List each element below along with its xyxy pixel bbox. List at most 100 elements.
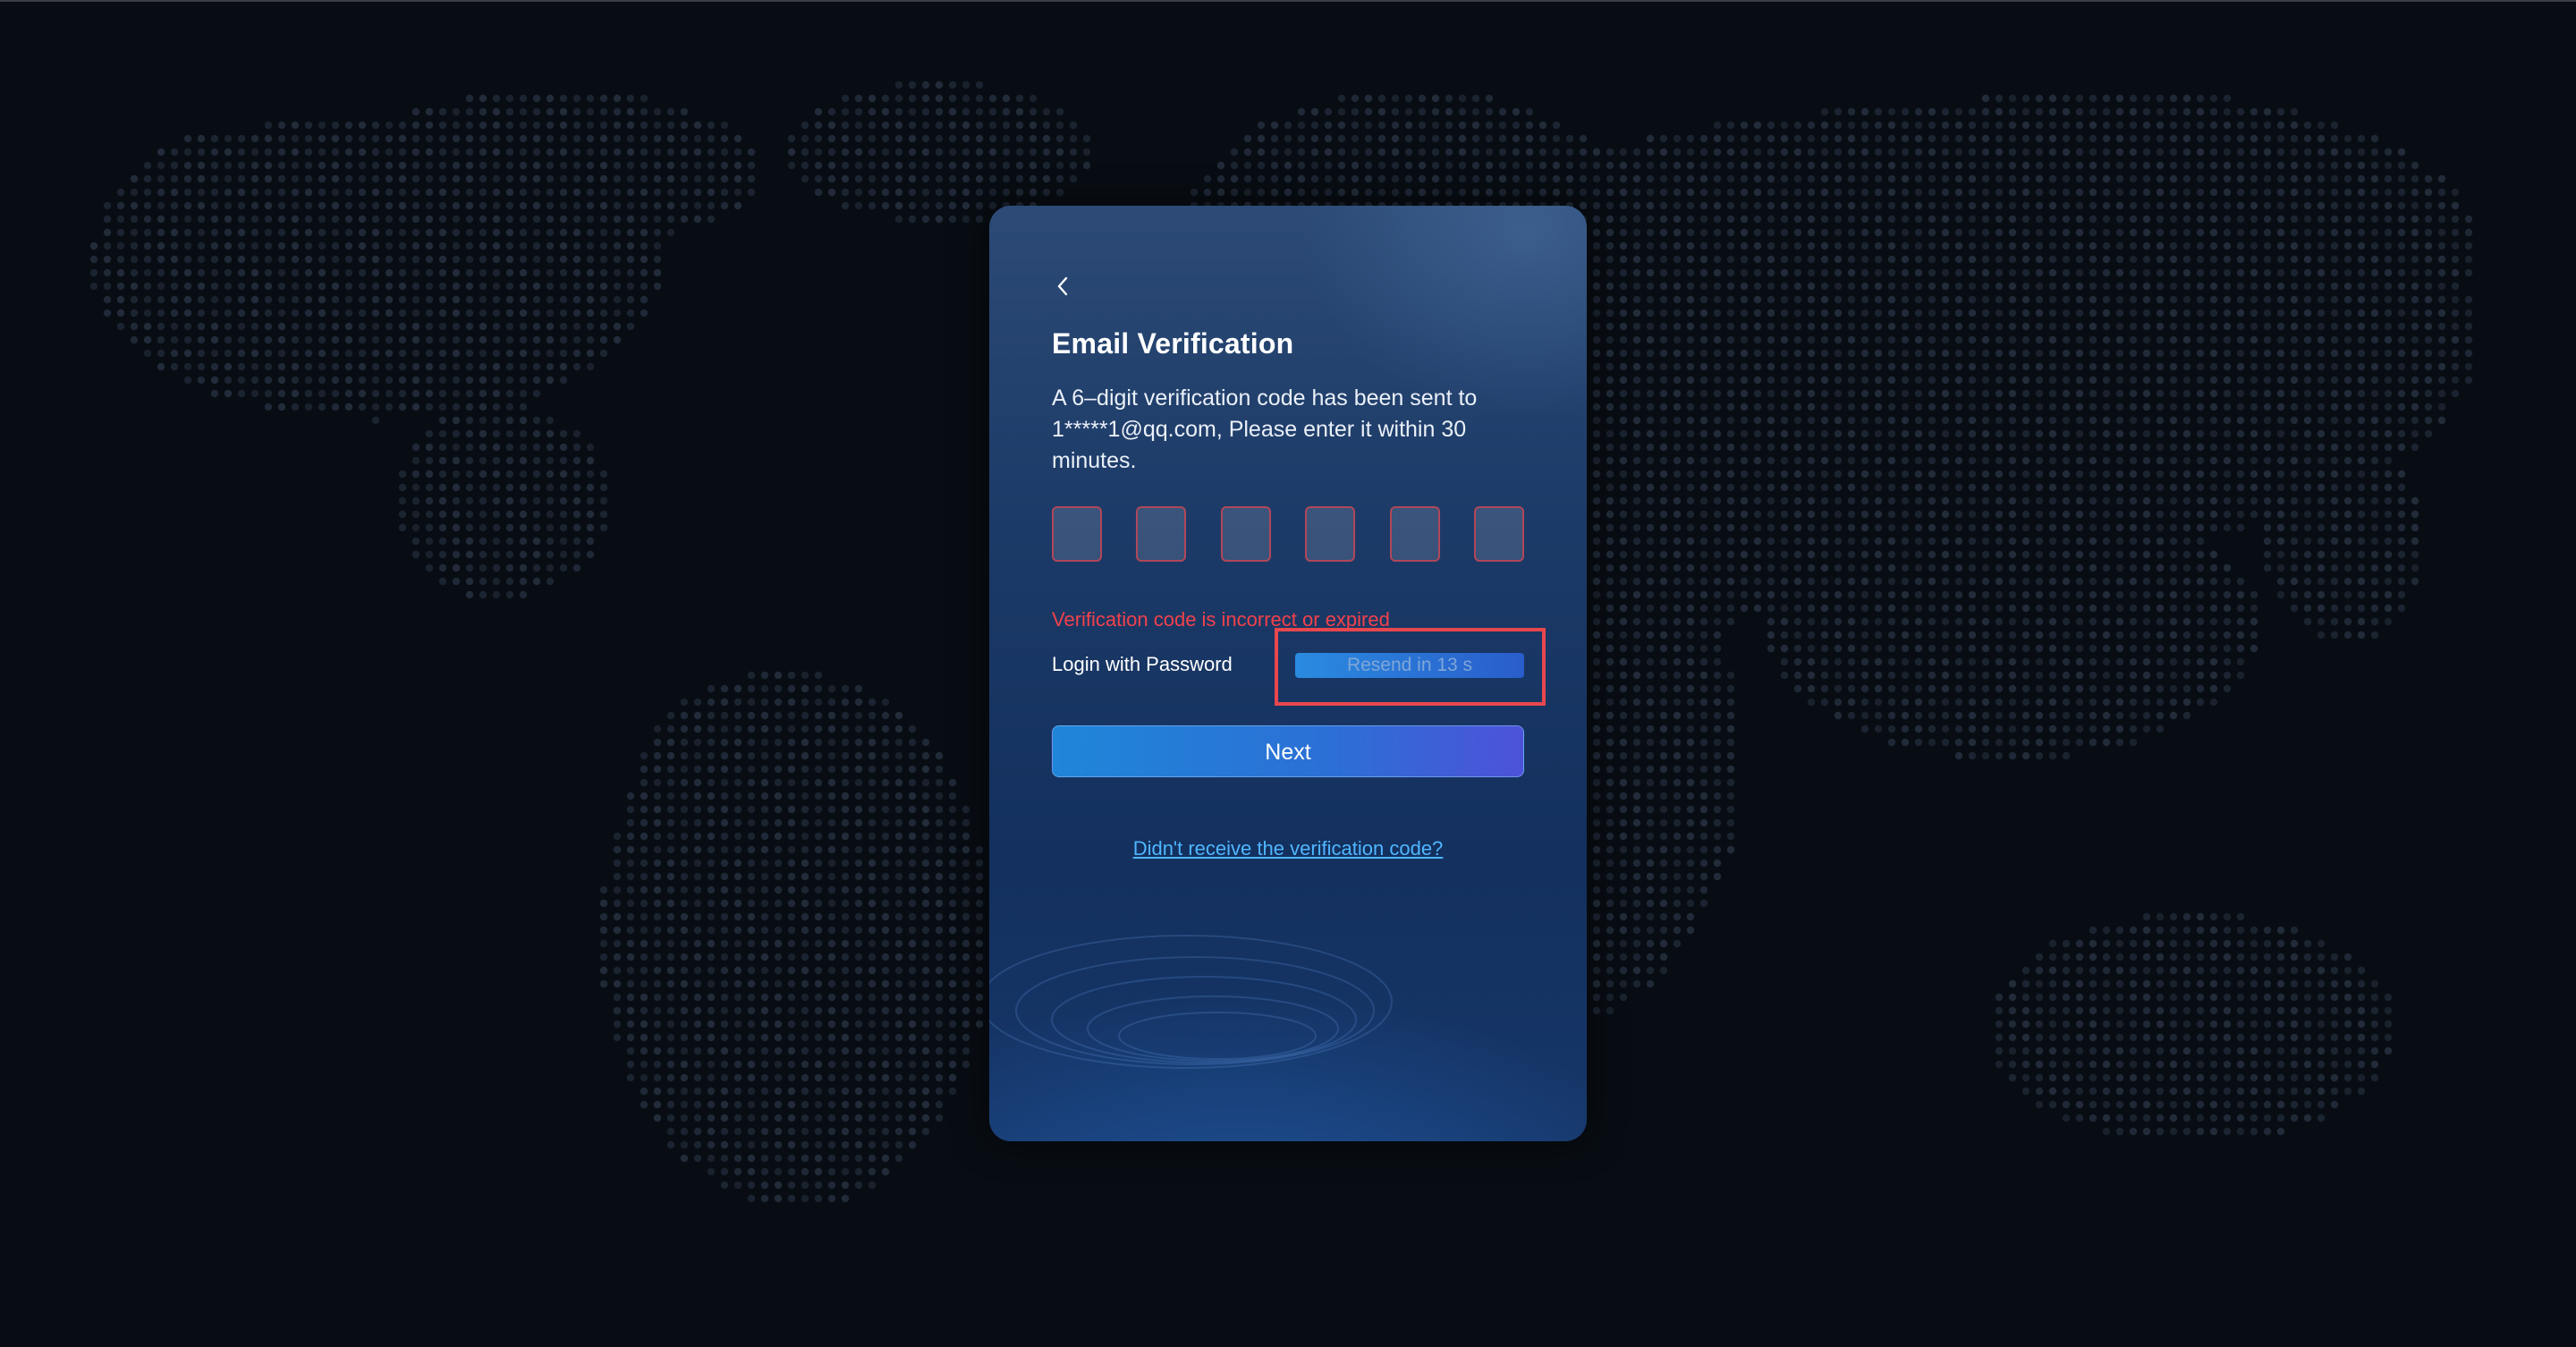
map-dot xyxy=(1659,161,1668,170)
map-dot xyxy=(210,174,219,183)
map-dot xyxy=(2062,443,2071,452)
map-dot xyxy=(452,349,461,358)
map-dot xyxy=(1673,617,1682,626)
map-dot xyxy=(1968,443,1977,452)
map-dot xyxy=(2115,631,2124,640)
map-dot xyxy=(1485,107,1494,116)
map-dot xyxy=(411,362,420,371)
map-dot xyxy=(1820,309,1829,318)
map-dot xyxy=(1659,349,1668,358)
map-dot xyxy=(1780,657,1789,666)
map-dot xyxy=(2384,174,2393,183)
map-dot xyxy=(1793,402,1802,411)
map-dot xyxy=(2196,657,2205,666)
map-dot xyxy=(2411,550,2419,559)
map-dot xyxy=(304,148,313,157)
map-dot xyxy=(2169,644,2178,653)
map-dot xyxy=(304,322,313,331)
map-dot xyxy=(371,335,380,344)
map-dot xyxy=(1981,631,1990,640)
map-dot xyxy=(1270,188,1279,197)
map-dot xyxy=(1860,322,1869,331)
map-dot xyxy=(2370,617,2379,626)
map-dot xyxy=(143,174,152,183)
map-dot xyxy=(1337,107,1346,116)
map-dot xyxy=(277,349,286,358)
map-dot xyxy=(2437,201,2446,210)
map-dot xyxy=(894,188,903,197)
map-dot xyxy=(479,241,487,250)
map-dot xyxy=(1968,268,1977,277)
map-dot xyxy=(2035,215,2044,224)
map-dot xyxy=(1458,107,1467,116)
map-dot xyxy=(1995,443,2004,452)
map-dot xyxy=(1592,241,1601,250)
map-dot xyxy=(143,161,152,170)
map-dot xyxy=(438,309,447,318)
map-dot xyxy=(2236,362,2245,371)
map-dot xyxy=(2169,268,2178,277)
map-dot xyxy=(1954,389,1963,398)
map-dot xyxy=(1954,617,1963,626)
map-dot xyxy=(1632,282,1641,291)
map-dot xyxy=(318,201,326,210)
map-dot xyxy=(1699,188,1708,197)
map-dot xyxy=(640,241,648,250)
map-dot xyxy=(1767,282,1775,291)
map-dot xyxy=(465,590,474,599)
map-dot xyxy=(1552,161,1561,170)
map-dot xyxy=(492,577,501,586)
map-dot xyxy=(2182,349,2191,358)
map-dot xyxy=(1807,309,1816,318)
map-dot xyxy=(1632,201,1641,210)
map-dot xyxy=(250,228,259,237)
map-dot xyxy=(2397,604,2406,613)
map-dot xyxy=(1968,389,1977,398)
map-dot xyxy=(237,295,246,304)
map-dot xyxy=(2357,215,2366,224)
map-dot xyxy=(2008,590,2017,599)
map-dot xyxy=(2424,241,2433,250)
map-dot xyxy=(707,121,716,130)
map-dot xyxy=(532,295,541,304)
map-dot xyxy=(2343,335,2352,344)
map-dot xyxy=(2102,228,2111,237)
map-dot xyxy=(2464,376,2473,385)
map-dot xyxy=(2317,496,2326,505)
map-dot xyxy=(2263,241,2272,250)
map-dot xyxy=(492,483,501,492)
map-dot xyxy=(2397,201,2406,210)
map-dot xyxy=(1995,496,2004,505)
map-dot xyxy=(1686,577,1695,586)
map-dot xyxy=(1887,631,1896,640)
map-dot xyxy=(1793,563,1802,572)
map-dot xyxy=(894,107,903,116)
map-dot xyxy=(988,134,997,143)
map-dot xyxy=(452,161,461,170)
map-dot xyxy=(2330,335,2339,344)
map-dot xyxy=(1767,295,1775,304)
map-dot xyxy=(492,134,501,143)
map-dot xyxy=(1874,376,1883,385)
map-dot xyxy=(492,94,501,103)
map-dot xyxy=(2250,362,2258,371)
map-dot xyxy=(2370,429,2379,438)
map-dot xyxy=(1592,550,1601,559)
map-dot xyxy=(653,188,662,197)
map-dot xyxy=(1257,174,1266,183)
map-dot xyxy=(2397,228,2406,237)
map-dot xyxy=(2223,201,2232,210)
map-dot xyxy=(1981,617,1990,626)
map-dot xyxy=(1632,671,1641,680)
map-dot xyxy=(1793,644,1802,653)
map-dot xyxy=(116,228,125,237)
map-dot xyxy=(2223,456,2232,465)
map-dot xyxy=(1726,362,1735,371)
map-dot xyxy=(2008,322,2017,331)
map-dot xyxy=(626,134,635,143)
map-dot xyxy=(318,389,326,398)
map-dot xyxy=(411,470,420,479)
map-dot xyxy=(519,483,528,492)
map-dot xyxy=(2129,402,2138,411)
map-dot xyxy=(1606,416,1614,425)
